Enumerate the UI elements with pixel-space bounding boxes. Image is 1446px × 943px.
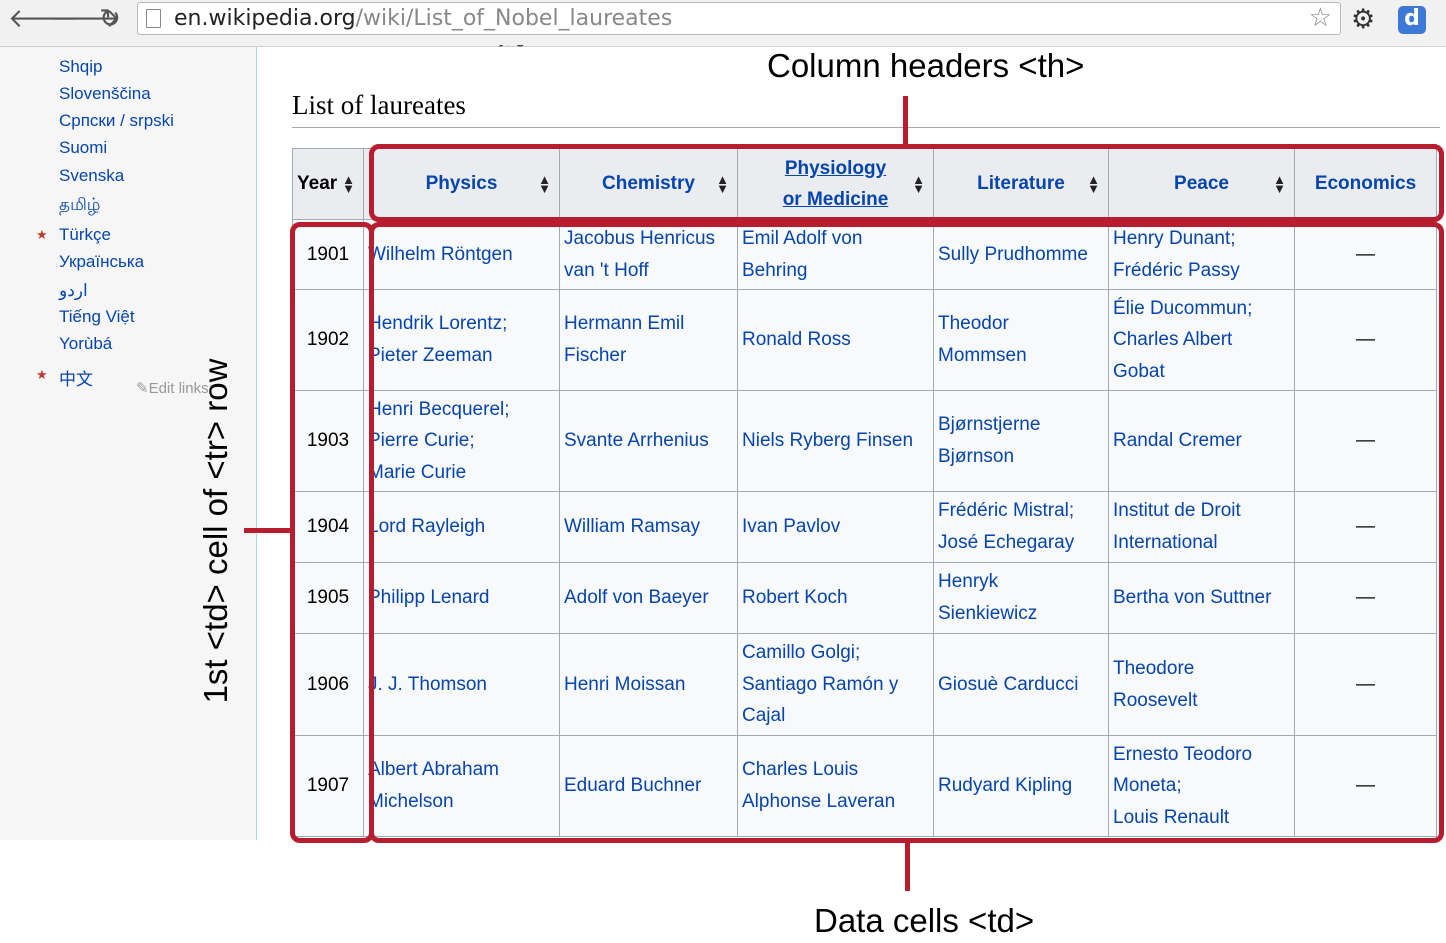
sidebar-language-link[interactable]: Tiếng Việt (59, 307, 135, 327)
sidebar-language-link[interactable]: தமிழ் (59, 195, 101, 217)
address-bar[interactable]: en.wikipedia.org/wiki/List_of_Nobel_laur… (137, 2, 1341, 35)
bookmark-star-icon[interactable]: ☆ (1309, 3, 1332, 33)
sidebar-language-link[interactable]: اردو (59, 281, 88, 301)
column-headers-highlight (369, 144, 1444, 222)
data-cells-label: Data cells <td> (814, 902, 1035, 939)
header-year[interactable]: Year ▲ ▼ (292, 148, 364, 220)
sidebar-language-link[interactable]: Yorùbá (59, 334, 112, 354)
column-headers-pointer (903, 96, 908, 146)
browser-toolbar: 🡐 🡒 ↻ en.wikipedia.org/wiki/List_of_Nobe… (0, 0, 1446, 47)
sidebar-language-link[interactable]: Slovenščina (59, 84, 151, 104)
sidebar-language-link[interactable]: 中文 (59, 365, 93, 390)
extension-icon[interactable]: d (1398, 6, 1426, 34)
sidebar-language-link[interactable]: Српски / srpski (59, 111, 174, 131)
data-cells-pointer (905, 843, 910, 891)
sort-icon[interactable]: ▲ ▼ (342, 173, 355, 195)
section-divider (292, 127, 1440, 128)
column-headers-label: Column headers <th> (767, 47, 1085, 84)
header-label: Year (297, 173, 338, 194)
page-icon (146, 9, 161, 28)
sidebar-language-link[interactable]: Suomi (59, 138, 107, 158)
first-cell-pointer (244, 528, 292, 533)
back-arrow-icon[interactable]: 🡐 (8, 4, 78, 34)
sidebar-language-link[interactable]: Türkçe (59, 225, 111, 245)
url-text[interactable]: en.wikipedia.org/wiki/List_of_Nobel_laur… (174, 6, 672, 31)
forward-arrow-icon[interactable]: 🡒 (51, 4, 121, 34)
first-cell-label: 1st <td> cell of <tr> row (197, 358, 234, 704)
data-cells-highlight (369, 222, 1444, 843)
first-cell-highlight (290, 222, 374, 843)
featured-star-icon: ★ (36, 228, 48, 243)
gear-icon[interactable]: ⚙ (1351, 4, 1375, 35)
sidebar-language-link[interactable]: Українська (59, 252, 144, 272)
reload-icon[interactable]: ↻ (93, 4, 127, 34)
url-path: /wiki/List_of_Nobel_laureates (355, 6, 673, 31)
section-title: List of laureates (292, 90, 466, 120)
sidebar-language-link[interactable]: Shqip (59, 57, 102, 77)
featured-star-icon: ★ (36, 368, 48, 383)
sidebar-language-link[interactable]: Svenska (59, 166, 124, 186)
url-host: en.wikipedia.org (174, 6, 356, 31)
